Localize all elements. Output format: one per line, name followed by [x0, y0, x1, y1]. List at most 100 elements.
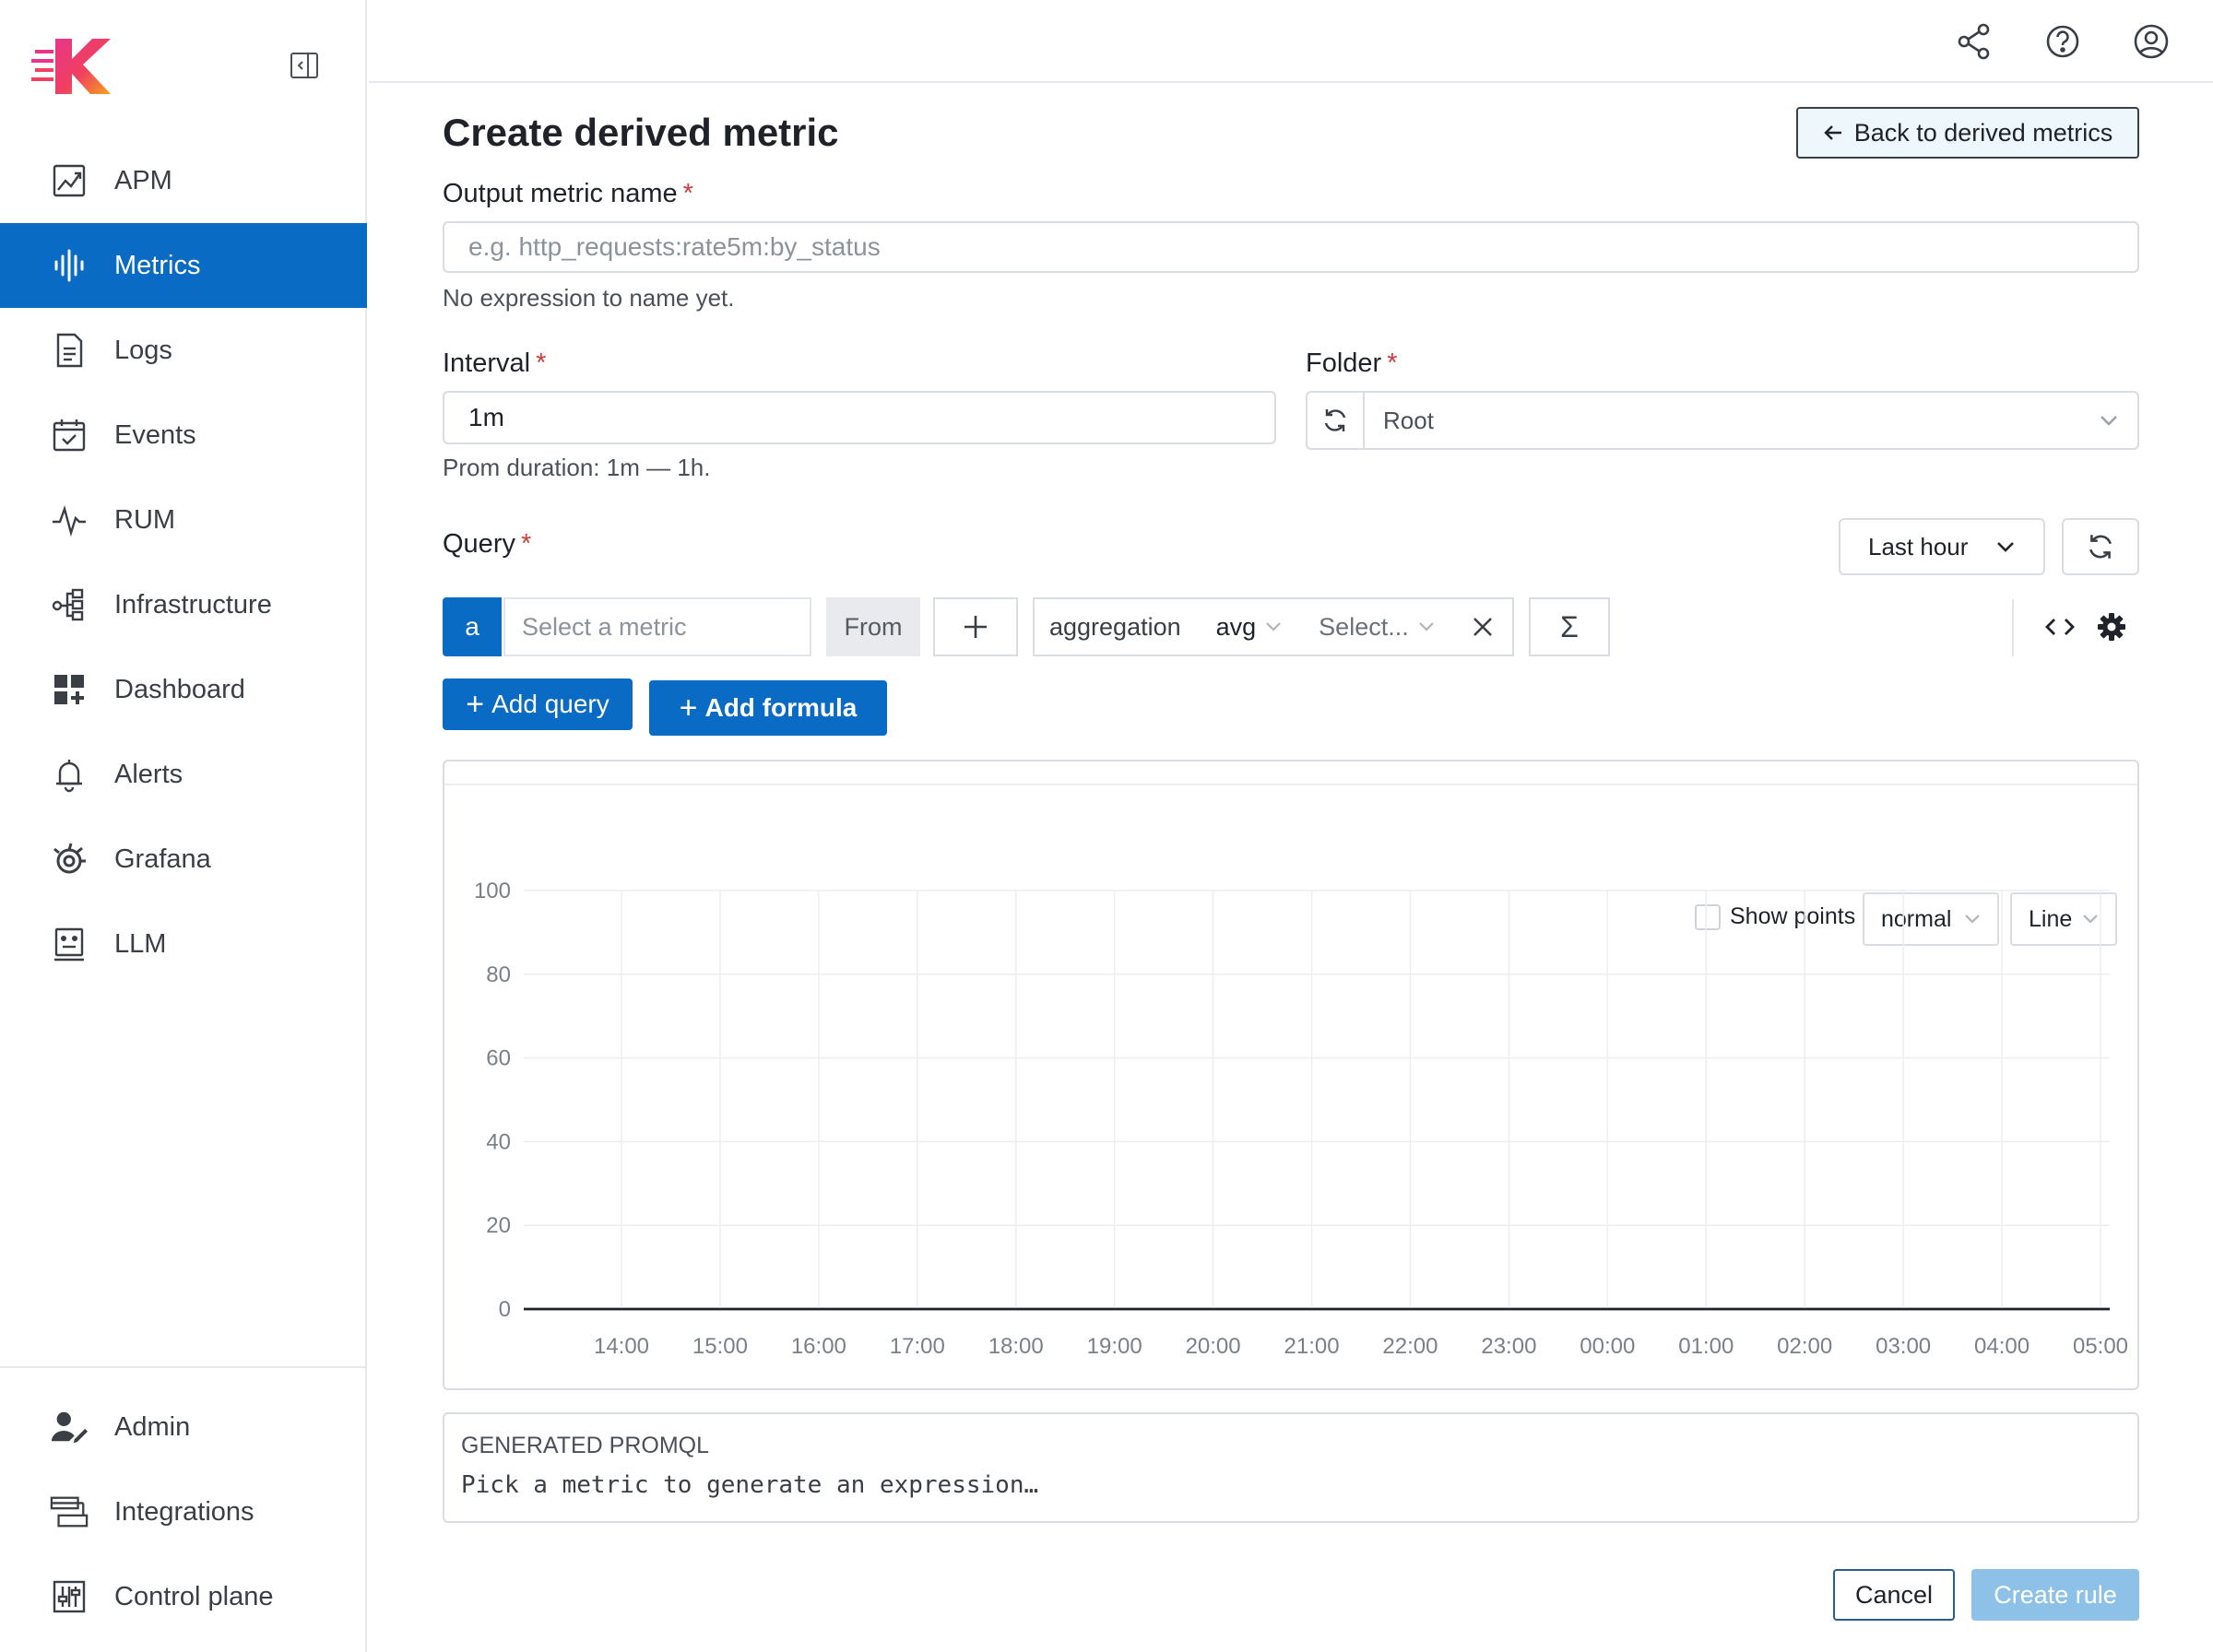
folder-refresh-button[interactable]	[1308, 393, 1365, 448]
sidebar-item-llm[interactable]: LLM	[0, 902, 367, 986]
y-tick-label: 0	[499, 1297, 511, 1322]
output-metric-name-help: No expression to name yet.	[443, 284, 735, 312]
sidebar-item-label: Events	[114, 419, 196, 450]
sidebar-item-infrastructure[interactable]: Infrastructure	[0, 562, 367, 647]
output-metric-name-label-text: Output metric name	[443, 179, 678, 208]
sidebar-item-apm[interactable]: APM	[0, 138, 367, 223]
group-by-select[interactable]: Select...	[1319, 613, 1435, 642]
x-tick-label: 16:00	[791, 1334, 846, 1359]
dashboard-grid-icon	[50, 670, 89, 709]
chevron-down-icon	[2101, 416, 2117, 426]
x-tick-label: 01:00	[1678, 1334, 1734, 1359]
x-tick-label: 15:00	[692, 1334, 748, 1359]
metric-select[interactable]: Select a metric	[503, 597, 811, 656]
interval-input[interactable]: 1m	[443, 391, 1276, 444]
bell-icon	[50, 755, 89, 794]
logs-document-icon	[50, 331, 89, 370]
x-tick-label: 22:00	[1382, 1334, 1438, 1359]
x-tick-label: 17:00	[890, 1334, 945, 1359]
sidebar-item-label: Grafana	[114, 844, 211, 874]
sidebar-item-label: Control plane	[114, 1581, 274, 1611]
add-formula-button[interactable]: + Add formula	[649, 680, 887, 736]
create-rule-button[interactable]: Create rule	[1971, 1569, 2139, 1621]
folder-value-text: Root	[1383, 406, 1434, 434]
account-icon[interactable]	[2132, 22, 2171, 61]
query-letter-badge[interactable]: a	[443, 597, 502, 656]
y-tick-label: 60	[486, 1046, 511, 1071]
sidebar-item-label: Alerts	[114, 759, 183, 789]
sidebar-item-label: Metrics	[114, 250, 201, 280]
x-tick-label: 20:00	[1186, 1334, 1241, 1359]
metrics-waveform-icon	[50, 246, 89, 285]
add-filter-button[interactable]	[933, 597, 1018, 656]
generated-promql-panel: GENERATED PROMQL Pick a metric to genera…	[443, 1412, 2139, 1523]
sidebar-item-grafana[interactable]: Grafana	[0, 817, 367, 902]
calendar-check-icon	[50, 416, 89, 454]
help-icon[interactable]	[2043, 22, 2082, 61]
interval-value: 1m	[468, 403, 504, 431]
sidebar-item-rum[interactable]: RUM	[0, 478, 367, 562]
x-tick-label: 19:00	[1087, 1334, 1142, 1359]
sidebar-item-events[interactable]: Events	[0, 393, 367, 478]
y-tick-label: 100	[474, 879, 511, 903]
chart-area: Show points normal Line 0 20 40 60 80 100 14:0…	[444, 784, 2137, 1388]
code-view-icon[interactable]	[2043, 610, 2077, 643]
share-icon[interactable]	[1955, 22, 1994, 61]
add-query-button[interactable]: + Add query	[443, 678, 633, 730]
generated-promql-code: Pick a metric to generate an expression…	[461, 1471, 1039, 1499]
sidebar-item-label: Infrastructure	[114, 589, 272, 620]
sidebar-item-logs[interactable]: Logs	[0, 308, 367, 393]
sidebar-item-metrics[interactable]: Metrics	[0, 223, 367, 308]
pulse-icon	[50, 501, 89, 539]
output-metric-name-label: Output metric name *	[443, 179, 693, 209]
arrow-left-icon	[1823, 125, 1841, 140]
chevron-down-icon	[1418, 622, 1434, 631]
sigma-function-button[interactable]: Σ	[1529, 597, 1610, 656]
remove-aggregation-icon[interactable]	[1468, 612, 1497, 642]
sidebar-nav: APM Metrics Logs Events RUM Infrastructu…	[0, 138, 367, 986]
sidebar-item-label: Logs	[114, 335, 172, 365]
generated-promql-title: GENERATED PROMQL	[461, 1433, 710, 1458]
back-to-derived-metrics-button[interactable]: Back to derived metrics	[1796, 107, 2139, 159]
x-tick-label: 03:00	[1876, 1334, 1931, 1359]
x-tick-label: 21:00	[1284, 1334, 1340, 1359]
sidebar-item-alerts[interactable]: Alerts	[0, 732, 367, 817]
gear-icon[interactable]	[2095, 610, 2128, 643]
admin-user-icon	[50, 1408, 89, 1446]
time-range-select[interactable]: Last hour	[1839, 518, 2045, 575]
required-asterisk: *	[520, 529, 532, 559]
required-asterisk: *	[682, 179, 693, 208]
aggregation-select[interactable]: avg	[1216, 613, 1283, 642]
y-tick-label: 20	[486, 1213, 511, 1238]
brand-logo[interactable]	[31, 37, 111, 94]
sidebar-item-integrations[interactable]: Integrations	[0, 1469, 367, 1554]
sidebar-item-control-plane[interactable]: Control plane	[0, 1554, 367, 1639]
sidebar-item-dashboard[interactable]: Dashboard	[0, 647, 367, 732]
plus-icon: +	[679, 690, 698, 726]
folder-label-text: Folder	[1306, 348, 1382, 378]
add-query-label: Add query	[491, 690, 609, 718]
interval-label-text: Interval	[443, 348, 531, 378]
sidebar-item-label: Dashboard	[114, 674, 245, 704]
query-refresh-button[interactable]	[2062, 518, 2139, 575]
collapse-sidebar-icon[interactable]	[290, 51, 319, 80]
output-metric-name-input[interactable]: e.g. http_requests:rate5m:by_status	[443, 221, 2139, 273]
infrastructure-nodes-icon	[50, 585, 89, 624]
control-plane-sliders-icon	[50, 1577, 89, 1616]
divider	[2012, 599, 2014, 656]
refresh-icon	[2089, 535, 2112, 559]
refresh-icon	[1324, 409, 1346, 431]
grafana-icon	[50, 840, 89, 879]
sidebar-item-label: LLM	[114, 928, 167, 959]
query-label-text: Query	[443, 529, 515, 559]
back-button-label: Back to derived metrics	[1853, 118, 2113, 147]
x-tick-label: 23:00	[1481, 1334, 1536, 1359]
cancel-button[interactable]: Cancel	[1833, 1569, 1955, 1621]
line-chart: 0 20 40 60 80 100 14:00 15:00 16:00 17:00 18:00 19:…	[474, 879, 2128, 1359]
folder-value[interactable]: Root	[1365, 393, 2137, 448]
sidebar-item-admin[interactable]: Admin	[0, 1385, 367, 1469]
chart-panel: Show points normal Line 0 20 40 60 80 100 14:0…	[443, 760, 2139, 1390]
aggregation-value: avg	[1215, 612, 1257, 641]
from-label: From	[826, 597, 920, 656]
folder-select[interactable]: Root	[1306, 391, 2139, 450]
